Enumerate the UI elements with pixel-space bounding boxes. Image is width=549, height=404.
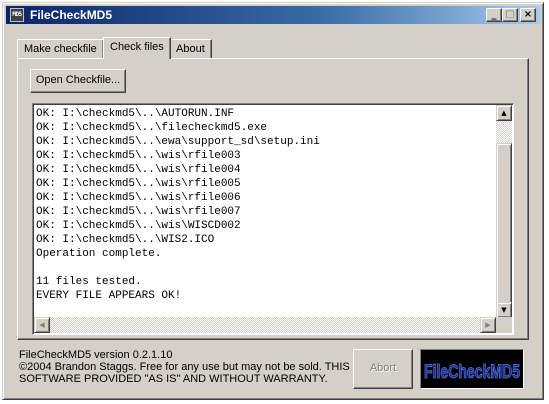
filecheckmd5-logo: FileCheckMD5	[420, 349, 524, 389]
horizontal-scrollbar[interactable]: ◀ ▶	[34, 317, 496, 333]
logo-text: FileCheckMD5	[424, 362, 520, 383]
copyright-text-line2: SOFTWARE PROVIDED "AS IS" AND WITHOUT WA…	[19, 373, 328, 385]
scroll-left-arrow-icon[interactable]: ◀	[34, 317, 50, 333]
log-line: OK: I:\checkmd5\..\wis\rfile004	[36, 164, 241, 176]
scroll-right-arrow-icon[interactable]: ▶	[480, 317, 496, 333]
log-line: OK: I:\checkmd5\..\wis\rfile007	[36, 206, 241, 218]
minimize-button[interactable]: _	[486, 8, 502, 22]
vertical-scrollbar[interactable]: ▲ ▼	[496, 105, 512, 318]
tab-make-checkfile[interactable]: Make checkfile	[17, 39, 104, 59]
log-text: OK: I:\checkmd5\..\AUTORUN.INF OK: I:\che…	[36, 107, 494, 317]
abort-button[interactable]: Abort	[353, 349, 413, 389]
scrollbar-corner	[496, 317, 512, 333]
log-line: OK: I:\checkmd5\..\filecheckmd5.exe	[36, 122, 268, 134]
check-files-panel: Open Checkfile... OK: I:\checkmd5\..\AUT…	[17, 58, 529, 340]
tab-about[interactable]: About	[169, 39, 212, 59]
close-button[interactable]: ×	[520, 8, 536, 22]
log-line: EVERY FILE APPEARS OK!	[36, 290, 182, 302]
log-line: OK: I:\checkmd5\..\wis\rfile003	[36, 150, 241, 162]
version-text: FileCheckMD5 version 0.2.1.10	[19, 349, 173, 361]
window-title: FileCheckMD5	[30, 8, 113, 22]
tab-label: Check files	[110, 41, 164, 53]
tab-label: About	[176, 43, 205, 55]
vertical-scroll-thumb[interactable]	[496, 143, 512, 306]
copyright-text-line1: ©2004 Brandon Staggs. Free for any use b…	[19, 361, 350, 373]
log-output[interactable]: OK: I:\checkmd5\..\AUTORUN.INF OK: I:\che…	[32, 103, 514, 335]
log-line: Operation complete.	[36, 248, 162, 260]
log-line: 11 files tested.	[36, 276, 142, 288]
tab-check-files[interactable]: Check files	[103, 37, 171, 59]
log-line: OK: I:\checkmd5\..\ewa\support_sd\setup.…	[36, 136, 320, 148]
scroll-up-arrow-icon[interactable]: ▲	[496, 105, 512, 121]
log-line: OK: I:\checkmd5\..\WIS2.ICO	[36, 234, 215, 246]
open-checkfile-button[interactable]: Open Checkfile...	[30, 69, 126, 93]
log-line: OK: I:\checkmd5\..\wis\rfile006	[36, 192, 241, 204]
tab-label: Make checkfile	[24, 43, 97, 55]
app-icon[interactable]: MD5	[10, 8, 24, 22]
log-line: OK: I:\checkmd5\..\wis\rfile005	[36, 178, 241, 190]
app-window: MD5 FileCheckMD5 _ □ × Make checkfile Ch…	[2, 2, 544, 400]
log-line: OK: I:\checkmd5\..\wis\WISCD002	[36, 220, 241, 232]
scroll-down-arrow-icon[interactable]: ▼	[496, 302, 512, 318]
maximize-button[interactable]: □	[502, 8, 518, 22]
log-line: OK: I:\checkmd5\..\AUTORUN.INF	[36, 108, 235, 120]
title-bar[interactable]: MD5 FileCheckMD5 _ □ ×	[6, 6, 540, 24]
